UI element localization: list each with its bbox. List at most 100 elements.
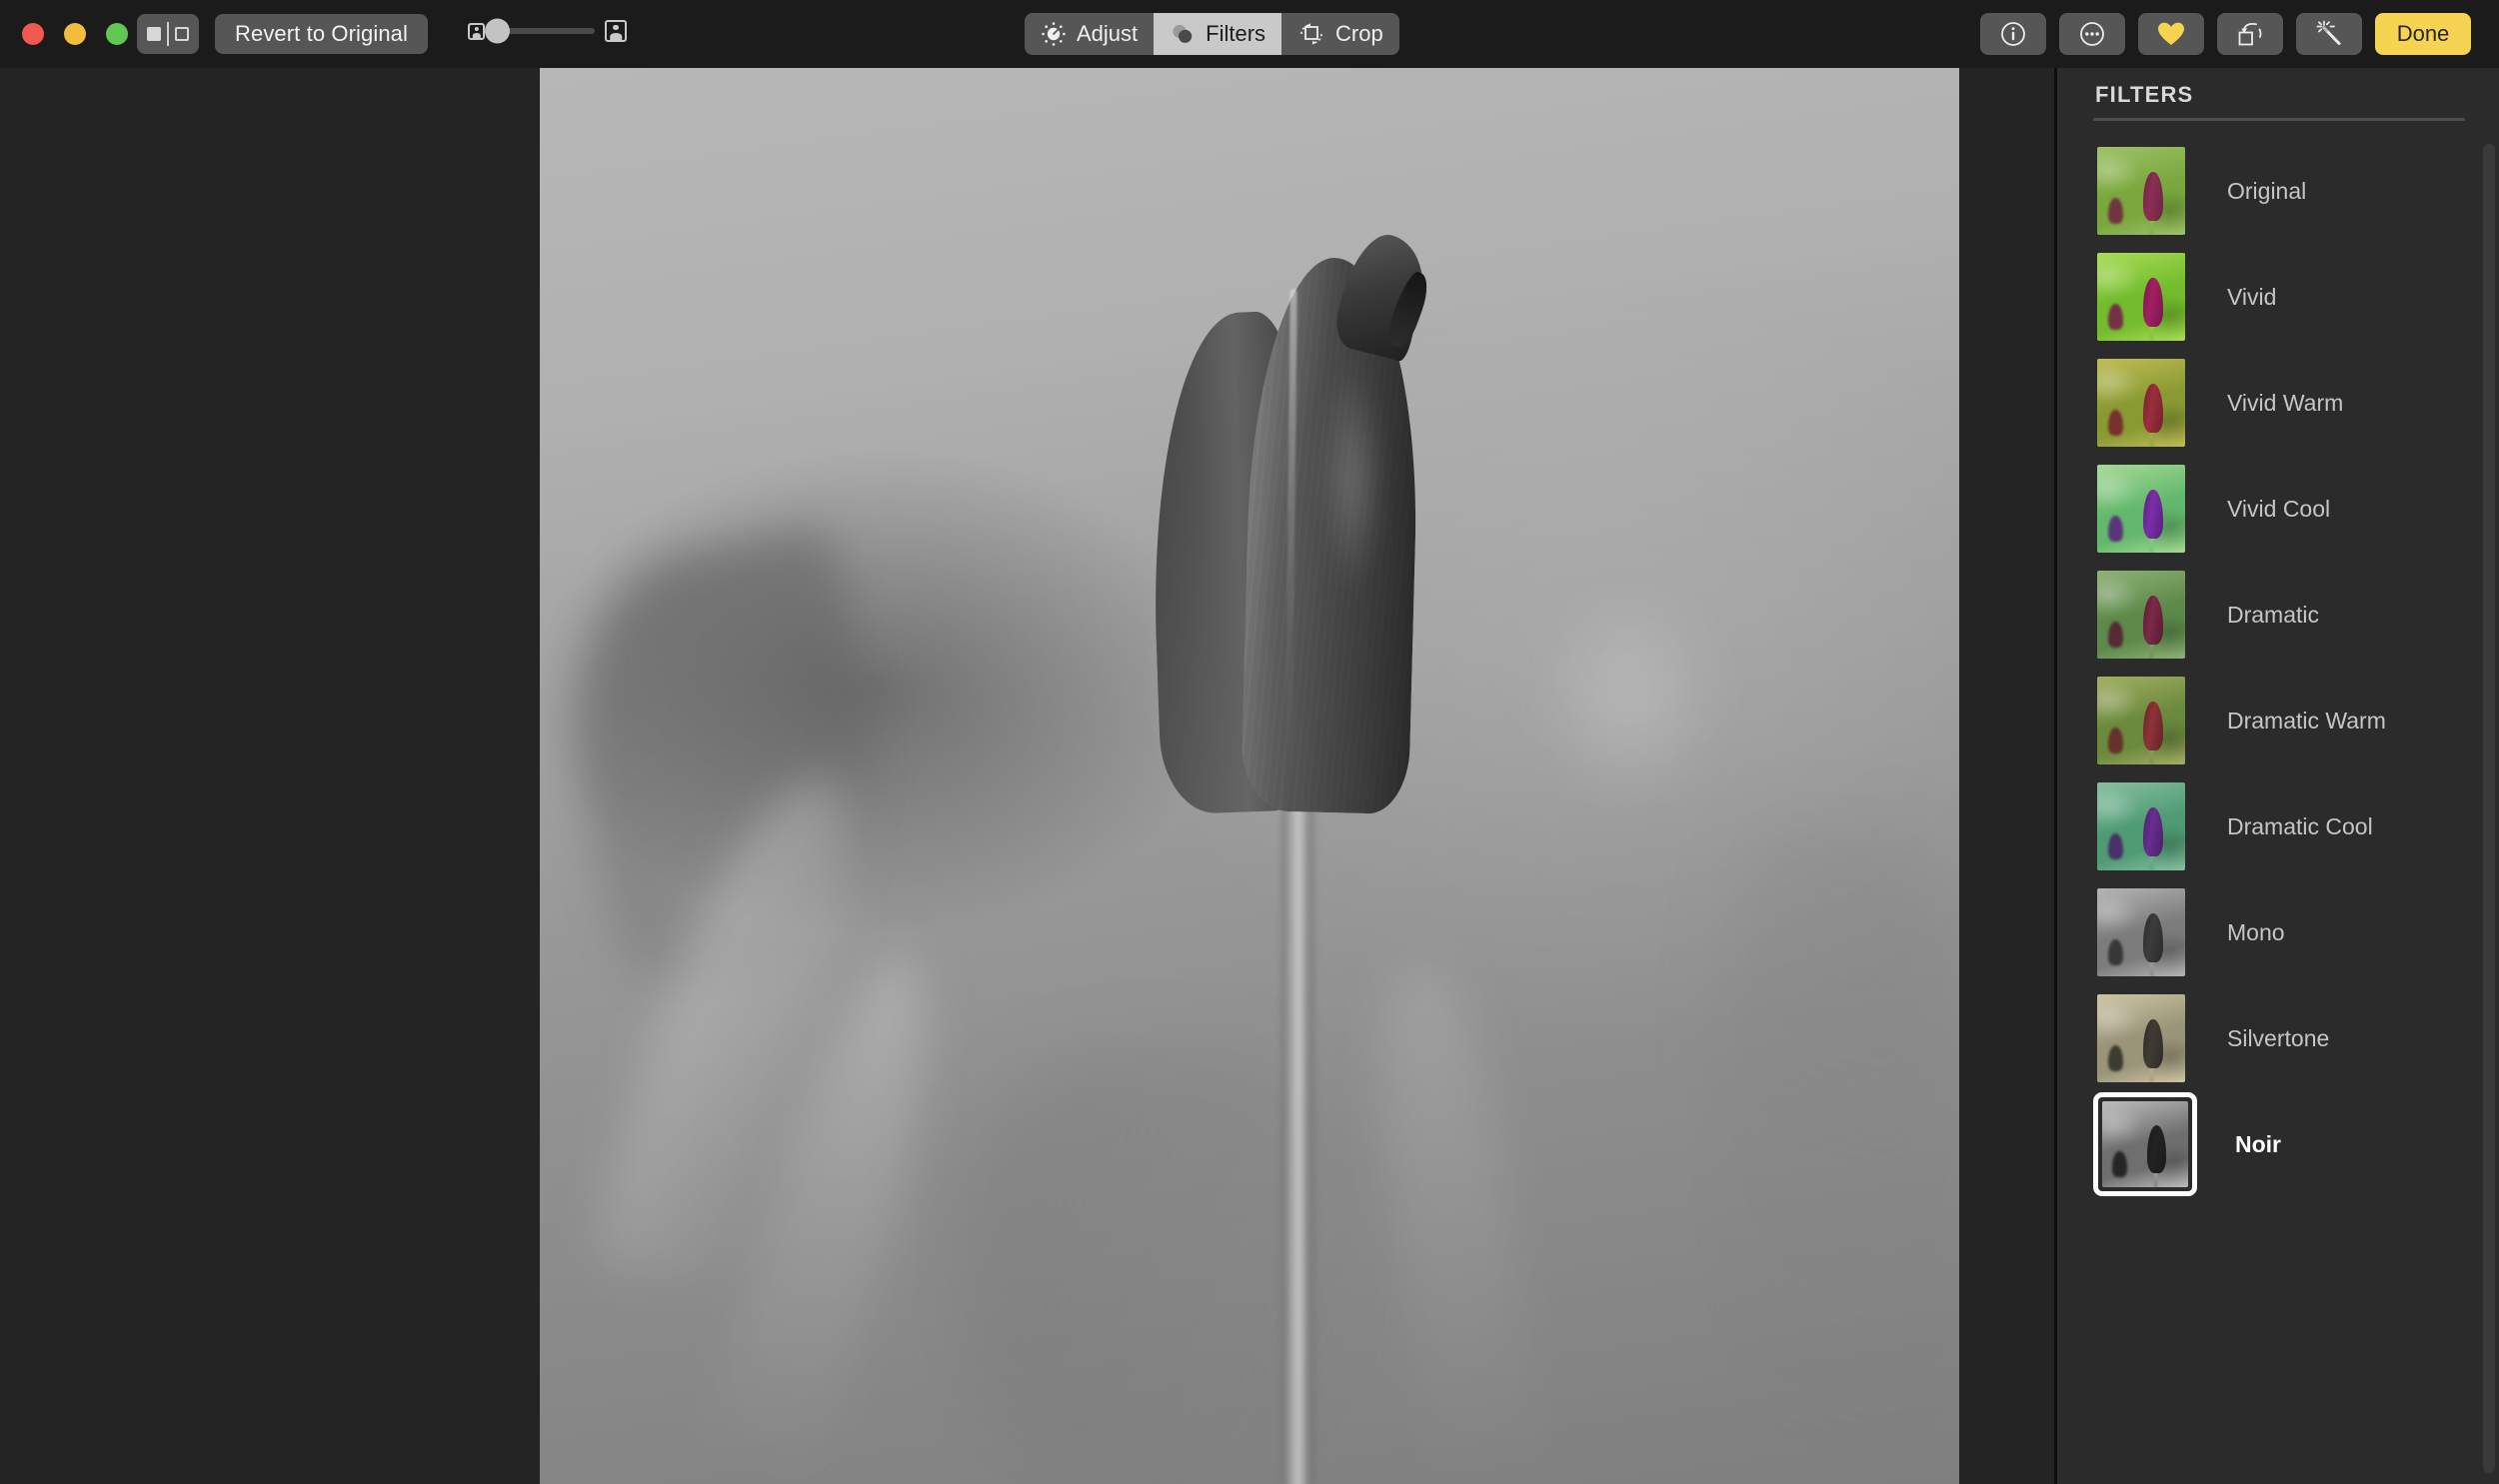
tab-crop[interactable]: Crop (1281, 13, 1399, 55)
maximize-window-button[interactable] (106, 23, 128, 45)
filter-label: Vivid Cool (2227, 495, 2331, 522)
filter-thumbnail[interactable] (2093, 143, 2189, 239)
filter-thumbnail[interactable] (2093, 673, 2189, 768)
filter-thumbnail-selected[interactable] (2093, 1092, 2197, 1196)
filter-label: Dramatic (2227, 601, 2320, 628)
thumbnail-size-slider[interactable] (468, 18, 627, 44)
filter-row[interactable]: Silvertone (2057, 985, 2499, 1091)
filters-scrollbar[interactable] (2483, 144, 2495, 1473)
filter-row[interactable]: Noir (2057, 1091, 2499, 1197)
filter-row[interactable]: Vivid Cool (2057, 456, 2499, 562)
heart-icon (2158, 22, 2184, 45)
preview-tulip-secondary (2107, 939, 2123, 966)
rotate-button[interactable] (2217, 13, 2283, 55)
filter-preview-image (2102, 1101, 2188, 1187)
filter-label: Original (2227, 177, 2307, 204)
minimize-window-button[interactable] (64, 23, 86, 45)
filter-row[interactable]: Mono (2057, 879, 2499, 985)
preview-tulip-secondary (2107, 622, 2123, 649)
filter-preview-image (2097, 147, 2185, 235)
filter-list[interactable]: Original Vivid Vivid Warm Vivid Cool Dramati… (2057, 138, 2499, 1197)
tab-adjust[interactable]: Adjust (1025, 13, 1154, 55)
filter-row[interactable]: Vivid Warm (2057, 350, 2499, 456)
more-options-button[interactable] (2059, 13, 2125, 55)
crop-icon (1300, 23, 1322, 45)
filter-label: Vivid Warm (2227, 389, 2344, 416)
revert-to-original-label: Revert to Original (235, 21, 408, 46)
split-view-icon[interactable] (137, 14, 199, 54)
ellipsis-circle-icon (2080, 22, 2104, 46)
close-window-button[interactable] (22, 23, 44, 45)
preview-tulip-secondary (2107, 728, 2123, 754)
preview-tulip-secondary (2107, 1045, 2123, 1072)
filter-row[interactable]: Dramatic (2057, 562, 2499, 668)
preview-tulip-secondary (2112, 1150, 2127, 1177)
panel-title-rule (2093, 118, 2465, 121)
tab-filters[interactable]: Filters (1154, 13, 1282, 55)
tab-adjust-label: Adjust (1077, 21, 1139, 46)
filter-label: Silvertone (2227, 1024, 2330, 1051)
magic-wand-icon (2316, 20, 2341, 45)
circles-icon (1173, 24, 1193, 43)
edit-mode-segmented-control[interactable]: Adjust Filters Crop (1025, 13, 1399, 55)
split-view-glyph (147, 22, 189, 46)
edited-photo[interactable] (540, 68, 1959, 1484)
info-icon (2001, 22, 2025, 46)
filter-row[interactable]: Dramatic Cool (2057, 773, 2499, 879)
filter-preview-image (2097, 571, 2185, 659)
split-view-divider (167, 22, 169, 46)
background-blur-shape (960, 1047, 1379, 1484)
filter-label: Dramatic Warm (2227, 707, 2386, 734)
filter-label: Noir (2235, 1130, 2281, 1157)
auto-enhance-button[interactable] (2296, 13, 2362, 55)
background-blur-shape (1539, 588, 1719, 807)
filter-thumbnail[interactable] (2093, 461, 2189, 557)
tab-filters-label: Filters (1206, 21, 1266, 46)
tulip-bud (1145, 227, 1435, 815)
filter-row[interactable]: Original (2057, 138, 2499, 244)
preview-tulip-secondary (2107, 516, 2123, 543)
filter-preview-image (2097, 888, 2185, 976)
filter-preview-image (2097, 677, 2185, 764)
person-large-icon (605, 20, 627, 42)
split-view-open-square (175, 27, 189, 41)
done-button[interactable]: Done (2375, 13, 2471, 55)
filter-thumbnail[interactable] (2093, 355, 2189, 451)
filter-row[interactable]: Vivid (2057, 244, 2499, 350)
filter-label: Mono (2227, 918, 2285, 945)
filter-preview-image (2097, 994, 2185, 1082)
filters-panel: FILTERS Original Vivid Vivid Warm Vivid Coo… (2057, 68, 2499, 1484)
filter-preview-image (2097, 782, 2185, 870)
traffic-lights (22, 23, 128, 45)
filter-preview-image (2097, 465, 2185, 553)
dial-icon (1042, 22, 1066, 46)
filter-thumbnail[interactable] (2093, 884, 2189, 980)
person-small-icon (468, 22, 485, 40)
slider-track[interactable] (485, 18, 595, 44)
filter-label: Dramatic Cool (2227, 812, 2373, 839)
window-toolbar: Revert to Original Adjust Filters Crop D… (0, 0, 2499, 68)
filter-thumbnail[interactable] (2093, 778, 2189, 874)
revert-to-original-button[interactable]: Revert to Original (215, 14, 428, 54)
filter-thumbnail[interactable] (2093, 249, 2189, 345)
filter-row[interactable]: Dramatic Warm (2057, 668, 2499, 773)
preview-tulip-secondary (2107, 198, 2123, 225)
toolbar-right-group: Done (1980, 13, 2471, 55)
preview-tulip-secondary (2107, 304, 2123, 331)
info-button[interactable] (1980, 13, 2046, 55)
filter-preview-image (2097, 359, 2185, 447)
filter-label: Vivid (2227, 283, 2277, 310)
split-view-filled-square (147, 27, 161, 41)
preview-tulip-secondary (2107, 833, 2123, 860)
done-label: Done (2396, 21, 2450, 46)
favorite-button[interactable] (2138, 13, 2204, 55)
filter-thumbnail[interactable] (2093, 990, 2189, 1086)
rotate-icon (2238, 23, 2262, 46)
tulip-stem (1281, 802, 1315, 1484)
photo-canvas (0, 68, 2054, 1484)
filter-thumbnail[interactable] (2093, 567, 2189, 663)
slider-knob[interactable] (485, 18, 510, 44)
panel-title: FILTERS (2095, 82, 2194, 107)
tulip-highlight (1321, 363, 1383, 593)
filter-preview-image (2097, 253, 2185, 341)
